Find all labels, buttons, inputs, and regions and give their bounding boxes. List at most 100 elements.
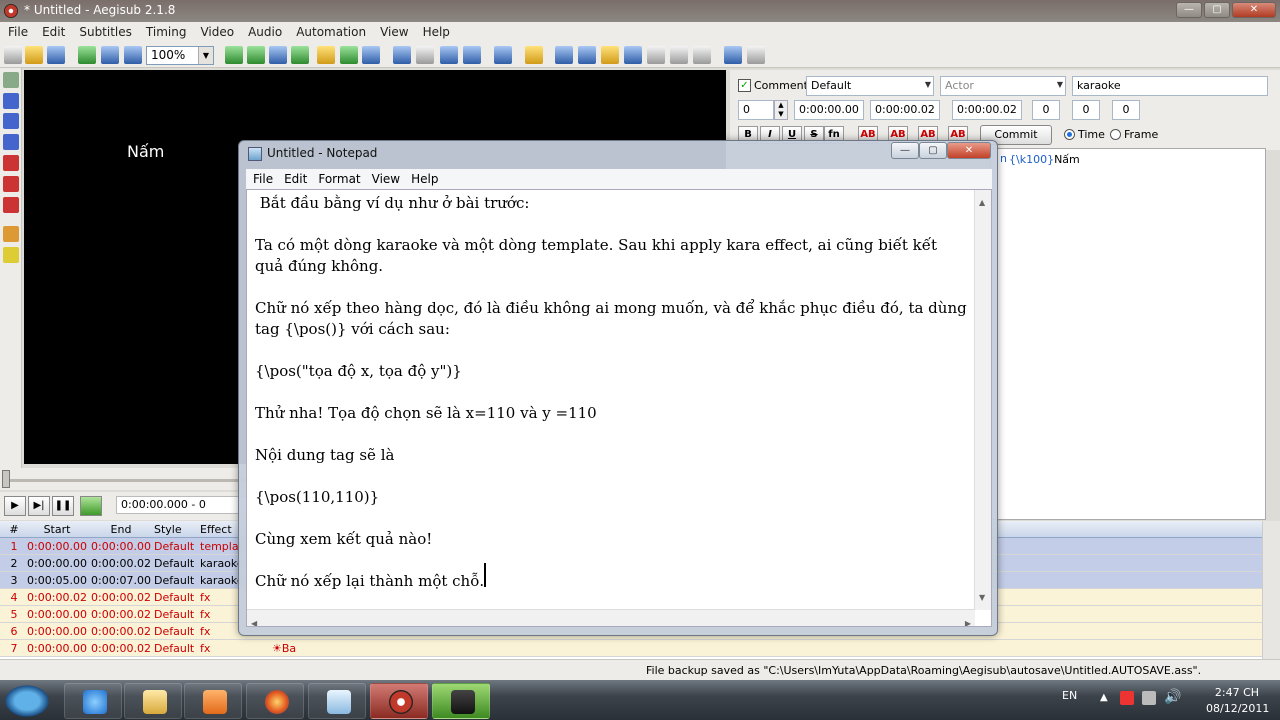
margin-left-field[interactable]: 0 bbox=[1032, 100, 1060, 120]
pause-icon[interactable]: ❚❚ bbox=[52, 496, 74, 516]
frame-radio[interactable] bbox=[1110, 129, 1121, 140]
clip-tool-icon[interactable] bbox=[3, 176, 19, 192]
drag-tool-icon[interactable] bbox=[3, 93, 19, 109]
notepad-menu-file[interactable]: File bbox=[246, 169, 277, 186]
realtime-icon[interactable] bbox=[3, 226, 19, 242]
margin-vertical-field[interactable]: 0 bbox=[1112, 100, 1140, 120]
actor-dropdown[interactable]: Actor ▼ bbox=[940, 76, 1066, 96]
volume-icon[interactable]: 🔊 bbox=[1164, 689, 1181, 705]
shift-to-frame-icon[interactable] bbox=[291, 46, 309, 64]
override-tags-icon[interactable] bbox=[747, 46, 765, 64]
assistant-icon[interactable] bbox=[647, 46, 665, 64]
vector-clip-icon[interactable] bbox=[3, 197, 19, 213]
taskbar-media[interactable] bbox=[184, 683, 242, 719]
zoom-in-icon[interactable] bbox=[101, 46, 119, 64]
notepad-window[interactable]: Untitled - Notepad — ▢ ✕ File Edit Format V… bbox=[238, 140, 998, 636]
menu-video[interactable]: Video bbox=[192, 22, 240, 39]
menu-file[interactable]: File bbox=[0, 22, 34, 39]
play-icon[interactable]: ▶ bbox=[4, 496, 26, 516]
scroll-down-icon[interactable]: ▼ bbox=[979, 587, 985, 608]
play-line-icon[interactable]: ▶| bbox=[28, 496, 50, 516]
notepad-vertical-scrollbar[interactable]: ▲ ▼ bbox=[974, 190, 991, 610]
flag-icon[interactable] bbox=[1120, 691, 1134, 705]
sort-icon[interactable] bbox=[578, 46, 596, 64]
margin-right-field[interactable]: 0 bbox=[1072, 100, 1100, 120]
rotate-z-icon[interactable] bbox=[3, 113, 19, 129]
video-zoom-icon[interactable] bbox=[340, 46, 358, 64]
open-file-icon[interactable] bbox=[25, 46, 43, 64]
duration-field[interactable]: 0:00:00.02 bbox=[952, 100, 1022, 120]
autoscroll-icon[interactable] bbox=[80, 496, 102, 516]
spell-check-icon[interactable] bbox=[693, 46, 711, 64]
save-file-icon[interactable] bbox=[47, 46, 65, 64]
fonts-collector-icon[interactable] bbox=[440, 46, 458, 64]
clock[interactable]: 2:47 CH 08/12/2011 bbox=[1206, 685, 1269, 717]
notepad-text-area[interactable]: Bắt đầu bằng ví dụ như ở bài trước: Ta c… bbox=[246, 189, 992, 627]
time-radio[interactable] bbox=[1064, 129, 1075, 140]
attachments-icon[interactable] bbox=[416, 46, 434, 64]
maximize-button[interactable]: ▢ bbox=[1204, 2, 1230, 18]
menu-audio[interactable]: Audio bbox=[240, 22, 288, 39]
menu-view[interactable]: View bbox=[372, 22, 414, 39]
scroll-up-icon[interactable]: ▲ bbox=[979, 192, 985, 213]
notepad-menu-format[interactable]: Format bbox=[311, 169, 364, 186]
taskbar-recorder[interactable] bbox=[432, 683, 490, 719]
comment-checkbox[interactable]: ✓ bbox=[738, 79, 751, 92]
scroll-left-icon[interactable]: ◀ bbox=[251, 613, 257, 626]
zoom-out-icon[interactable] bbox=[124, 46, 142, 64]
style-dropdown[interactable]: Default ▼ bbox=[806, 76, 934, 96]
network-icon[interactable] bbox=[1142, 691, 1156, 705]
styles-manager-icon[interactable] bbox=[393, 46, 411, 64]
taskbar-notepad[interactable] bbox=[308, 683, 366, 719]
scale-tool-icon[interactable] bbox=[3, 155, 19, 171]
close-button[interactable]: ✕ bbox=[1232, 2, 1276, 18]
notepad-menu-edit[interactable]: Edit bbox=[277, 169, 311, 186]
automation-icon[interactable] bbox=[463, 46, 481, 64]
notepad-menu-view[interactable]: View bbox=[365, 169, 404, 186]
notepad-minimize-button[interactable]: — bbox=[891, 142, 919, 159]
language-indicator[interactable]: EN bbox=[1062, 689, 1077, 702]
layer-field[interactable]: 0 bbox=[738, 100, 774, 120]
snap-scene-icon[interactable] bbox=[269, 46, 287, 64]
taskbar-explorer[interactable] bbox=[124, 683, 182, 719]
col-style[interactable]: Style bbox=[154, 523, 198, 536]
select-visible-icon[interactable] bbox=[317, 46, 335, 64]
grid-scrollbar[interactable] bbox=[1262, 521, 1280, 659]
notepad-horizontal-scrollbar[interactable]: ◀ ▶ bbox=[247, 609, 975, 626]
menu-subtitles[interactable]: Subtitles bbox=[71, 22, 138, 39]
properties-icon[interactable] bbox=[494, 46, 512, 64]
subtitle-text-editor[interactable]: {\k100}Nấm bbox=[990, 148, 1266, 520]
scroll-right-icon[interactable]: ▶ bbox=[965, 613, 971, 626]
notepad-menu-help[interactable]: Help bbox=[404, 169, 442, 186]
menu-help[interactable]: Help bbox=[415, 22, 456, 39]
translation-icon[interactable] bbox=[525, 46, 543, 64]
taskbar-firefox[interactable] bbox=[246, 683, 304, 719]
snap-end-icon[interactable] bbox=[247, 46, 265, 64]
tools-icon[interactable] bbox=[724, 46, 742, 64]
start-time-field[interactable]: 0:00:00.00 bbox=[794, 100, 864, 120]
kanji-timer-icon[interactable] bbox=[601, 46, 619, 64]
jump-to-icon[interactable] bbox=[78, 46, 96, 64]
menu-edit[interactable]: Edit bbox=[34, 22, 71, 39]
col-start[interactable]: Start bbox=[26, 523, 88, 536]
col-end[interactable]: End bbox=[90, 523, 152, 536]
show-hidden-icons-icon[interactable]: ▲ bbox=[1100, 692, 1108, 703]
taskbar-aegisub[interactable] bbox=[370, 683, 428, 719]
new-file-icon[interactable] bbox=[4, 46, 22, 64]
seek-thumb[interactable] bbox=[2, 470, 10, 488]
video-time-field[interactable]: 0:00:00.000 - 0 bbox=[116, 496, 256, 514]
options-icon[interactable] bbox=[670, 46, 688, 64]
end-time-field[interactable]: 0:00:00.02 bbox=[870, 100, 940, 120]
table-row[interactable]: 7 0:00:00.00 0:00:00.02 Default fx ☀Ba bbox=[0, 640, 1280, 657]
minimize-button[interactable]: — bbox=[1176, 2, 1202, 18]
standard-tool-icon[interactable] bbox=[3, 72, 19, 88]
taskbar-ie[interactable] bbox=[64, 683, 122, 719]
resample-icon[interactable] bbox=[362, 46, 380, 64]
menu-automation[interactable]: Automation bbox=[288, 22, 372, 39]
help-icon[interactable] bbox=[3, 247, 19, 263]
notepad-maximize-button[interactable]: ▢ bbox=[919, 142, 947, 159]
col-number[interactable]: # bbox=[4, 523, 24, 536]
col-effect[interactable]: Effect bbox=[200, 523, 240, 536]
start-button[interactable] bbox=[2, 683, 52, 719]
layer-spin-icon[interactable]: ▲ ▼ bbox=[774, 100, 788, 120]
